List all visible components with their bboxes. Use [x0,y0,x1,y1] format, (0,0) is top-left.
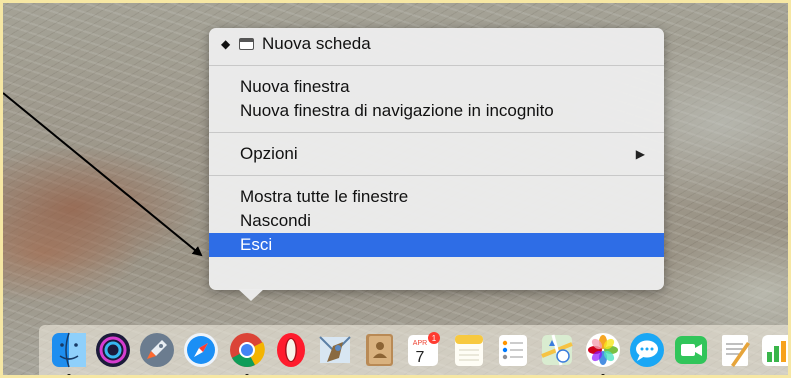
submenu-arrow-icon: ▶ [635,147,645,161]
safari-icon[interactable] [183,332,219,368]
menu-pointer [238,289,264,301]
menu-item-new-window[interactable]: Nuova finestra [209,75,664,99]
menu-item-options[interactable]: Opzioni ▶ [209,142,664,166]
opera-icon[interactable] [273,332,309,368]
facetime-icon[interactable] [673,332,709,368]
numbers-icon[interactable] [759,332,788,368]
dock-context-menu: ◆ Nuova scheda Nuova finestra Nuova fine… [209,28,664,290]
maps-icon[interactable] [539,332,575,368]
notification-badge: 1 [432,334,437,343]
active-window-marker: ◆ [221,37,231,51]
calendar-month: APR [413,340,427,347]
siri-icon[interactable] [95,332,131,368]
menu-item-new-tab[interactable]: ◆ Nuova scheda [209,32,664,56]
calendar-day: 7 [416,349,425,366]
menu-item-show-all-windows[interactable]: Mostra tutte le finestre [209,185,664,209]
menu-item-label: Nuova scheda [262,34,371,53]
menu-item-label: Opzioni [240,144,298,163]
notes-icon[interactable] [451,332,487,368]
menu-separator [209,132,664,133]
photos-icon[interactable] [585,332,621,368]
menu-item-quit[interactable]: Esci [209,233,664,257]
calendar-icon[interactable]: APR 7 1 [405,332,441,368]
desktop: ◆ Nuova scheda Nuova finestra Nuova fine… [0,0,791,378]
mail-icon[interactable] [317,332,353,368]
finder-icon[interactable] [51,332,87,368]
menu-item-hide[interactable]: Nascondi [209,209,664,233]
tab-icon [239,38,254,50]
running-indicator [601,374,605,375]
launchpad-icon[interactable] [139,332,175,368]
textedit-icon[interactable] [717,332,753,368]
menu-item-new-incognito-window[interactable]: Nuova finestra di navigazione in incogni… [209,99,664,123]
menu-separator [209,175,664,176]
dock: APR 7 1 [39,325,788,375]
reminders-icon[interactable] [495,332,531,368]
menu-separator [209,65,664,66]
chrome-icon[interactable] [229,332,265,368]
messages-icon[interactable] [629,332,665,368]
running-indicator [245,374,249,375]
running-indicator [67,374,71,375]
contacts-icon[interactable] [361,332,397,368]
